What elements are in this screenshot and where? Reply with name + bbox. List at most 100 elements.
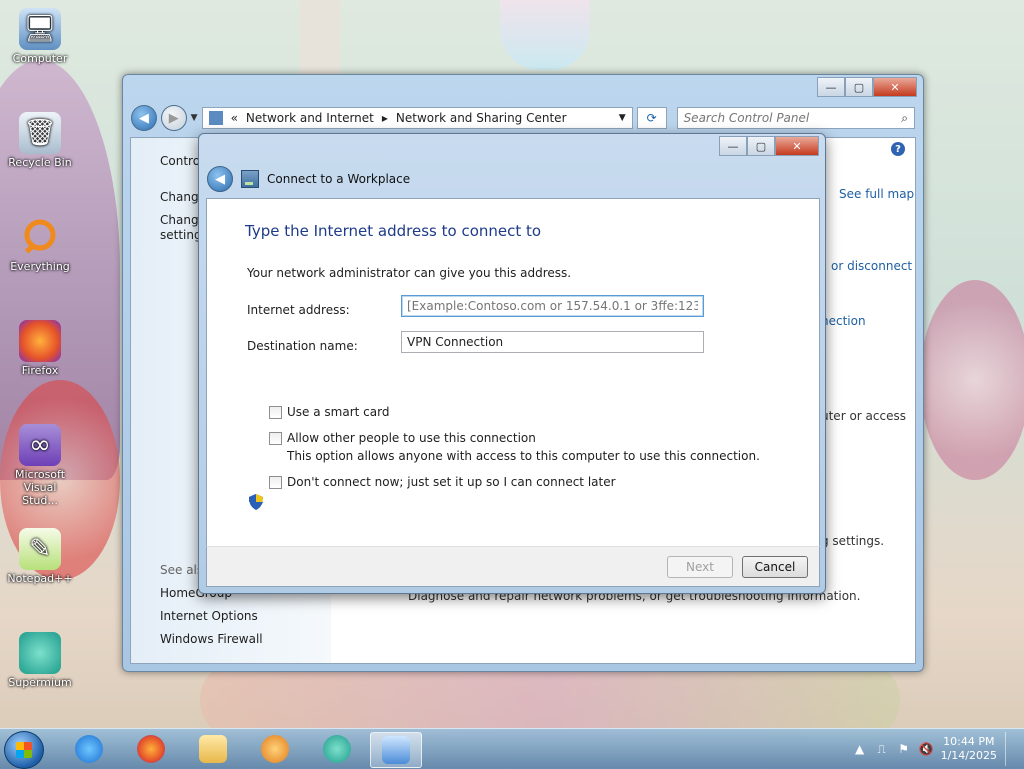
firefox-icon (137, 735, 165, 763)
minimize-button[interactable]: — (817, 77, 845, 97)
back-button[interactable]: ◀ (207, 166, 233, 192)
desktop-icon-recycle-bin[interactable]: 🗑 Recycle Bin (4, 112, 76, 169)
media-player-icon (261, 735, 289, 763)
network-icon[interactable]: ⎍ (875, 742, 889, 756)
network-connection-icon (241, 170, 259, 188)
maximize-button[interactable]: ▢ (845, 77, 873, 97)
chevron-down-icon[interactable]: ▼ (619, 113, 626, 123)
address-bar-row: ◀ ▶ ▼ « Network and Internet ▸ Network a… (131, 105, 915, 131)
clock-date: 1/14/2025 (940, 749, 997, 762)
dialog-body: Type the Internet address to connect to … (206, 198, 820, 548)
destination-name-label: Destination name: (247, 339, 358, 353)
sharing-settings-description: g settings. (821, 534, 885, 548)
visual-studio-icon: ∞ (19, 424, 61, 466)
set-up-connection-link[interactable]: nection (821, 314, 866, 328)
desktop-icon-label: Microsoft Visual Stud... (14, 468, 66, 507)
desktop-icon-visual-studio[interactable]: ∞ Microsoft Visual Stud... (4, 424, 76, 507)
breadcrumb-network-sharing-center[interactable]: Network and Sharing Center (396, 111, 567, 125)
taskbar-internet-explorer[interactable] (64, 732, 114, 766)
minimize-button[interactable]: — (719, 136, 747, 156)
checkbox-label: Don't connect now; just set it up so I c… (287, 475, 616, 489)
breadcrumb-overflow[interactable]: « (231, 111, 238, 125)
wallpaper-shape (500, 0, 590, 70)
checkbox-description: This option allows anyone with access to… (287, 449, 760, 463)
desktop-icon-computer[interactable]: 🖥 Computer (4, 8, 76, 65)
allow-others-checkbox-row[interactable]: Allow other people to use this connectio… (269, 431, 760, 463)
internet-address-input[interactable] (401, 295, 704, 317)
smart-card-checkbox[interactable] (269, 406, 282, 419)
taskbar-file-explorer[interactable] (188, 732, 238, 766)
desktop-icon-notepadpp[interactable]: ✎ Notepad++ (4, 528, 76, 585)
cancel-button[interactable]: Cancel (742, 556, 808, 578)
destination-name-input[interactable]: VPN Connection (401, 331, 704, 353)
taskbar-media-player[interactable] (250, 732, 300, 766)
show-desktop-button[interactable] (1005, 732, 1016, 766)
taskbar: ▲ ⎍ ⚑ 🔇 10:44 PM 1/14/2025 (0, 728, 1024, 769)
taskbar-control-panel[interactable] (370, 732, 422, 768)
dont-connect-checkbox[interactable] (269, 476, 282, 489)
intro-text: Your network administrator can give you … (247, 266, 572, 280)
search-input[interactable]: Search Control Panel ⌕ (676, 107, 915, 129)
windows-firewall-link[interactable]: Windows Firewall (160, 632, 263, 646)
desktop-icon-everything[interactable]: Everything (4, 216, 76, 273)
desktop-icon-label: Firefox (21, 364, 59, 377)
supermium-icon (19, 632, 61, 674)
desktop-icon-supermium[interactable]: Supermium (4, 632, 76, 689)
firefox-icon (19, 320, 61, 362)
close-button[interactable]: ✕ (873, 77, 917, 97)
dialog-footer: Next Cancel (206, 546, 820, 587)
checkbox-label: Use a smart card (287, 405, 390, 419)
desktop-icon-label: Notepad++ (7, 572, 73, 585)
control-panel-icon (208, 111, 223, 125)
dialog-header: ◀ Connect to a Workplace (207, 166, 410, 192)
start-button[interactable] (4, 731, 44, 769)
allow-others-checkbox[interactable] (269, 432, 282, 445)
action-center-flag-icon[interactable]: ⚑ (897, 742, 911, 756)
desktop-icon-firefox[interactable]: Firefox (4, 320, 76, 377)
clock-time: 10:44 PM (943, 735, 995, 748)
taskbar-supermium[interactable] (312, 732, 362, 766)
desktop-icon-label: Everything (10, 260, 70, 273)
computer-icon: 🖥 (19, 8, 61, 50)
next-button[interactable]: Next (667, 556, 733, 578)
everything-icon (19, 216, 61, 258)
help-icon[interactable]: ? (891, 142, 905, 156)
internet-options-link[interactable]: Internet Options (160, 609, 258, 623)
page-title: Type the Internet address to connect to (245, 222, 542, 240)
search-icon: ⌕ (901, 110, 908, 125)
wallpaper-shape (300, 0, 340, 80)
access-description: uter or access (821, 409, 906, 423)
dialog-window-controls: — ▢ ✕ (719, 136, 819, 156)
back-button[interactable]: ◀ (131, 105, 157, 131)
connect-disconnect-link[interactable]: or disconnect (831, 259, 912, 273)
uac-shield-icon (249, 494, 263, 510)
show-hidden-icons-icon[interactable]: ▲ (853, 742, 867, 756)
smart-card-checkbox-row[interactable]: Use a smart card (269, 405, 389, 419)
chevron-right-icon[interactable]: ▸ (382, 111, 388, 125)
address-bar[interactable]: « Network and Internet ▸ Network and Sha… (201, 107, 633, 129)
close-button[interactable]: ✕ (775, 136, 819, 156)
recycle-bin-icon: 🗑 (19, 112, 61, 154)
volume-muted-icon[interactable]: 🔇 (919, 742, 934, 756)
wallpaper-shape (920, 280, 1024, 480)
desktop-icon-label: Recycle Bin (8, 156, 72, 169)
notepadpp-icon: ✎ (19, 528, 61, 570)
recent-pages-icon[interactable]: ▼ (191, 113, 198, 123)
window-controls: — ▢ ✕ (817, 77, 917, 97)
desktop-icon-label: Computer (12, 52, 68, 65)
taskbar-firefox[interactable] (126, 732, 176, 766)
see-full-map-link[interactable]: See full map (839, 187, 914, 201)
internet-address-label: Internet address: (247, 303, 350, 317)
sidebar-control-panel-home[interactable]: Control (160, 154, 203, 168)
breadcrumb-network-internet[interactable]: Network and Internet (246, 111, 374, 125)
maximize-button[interactable]: ▢ (747, 136, 775, 156)
refresh-button[interactable]: ⟳ (636, 107, 667, 129)
internet-explorer-icon (75, 735, 103, 763)
dialog-title: Connect to a Workplace (267, 172, 411, 186)
dont-connect-checkbox-row[interactable]: Don't connect now; just set it up so I c… (269, 475, 616, 489)
forward-button[interactable]: ▶ (160, 105, 187, 131)
system-tray: ▲ ⎍ ⚑ 🔇 10:44 PM 1/14/2025 (853, 732, 1016, 766)
clock[interactable]: 10:44 PM 1/14/2025 (941, 735, 997, 763)
folder-icon (199, 735, 227, 763)
checkbox-label: Allow other people to use this connectio… (287, 431, 536, 445)
